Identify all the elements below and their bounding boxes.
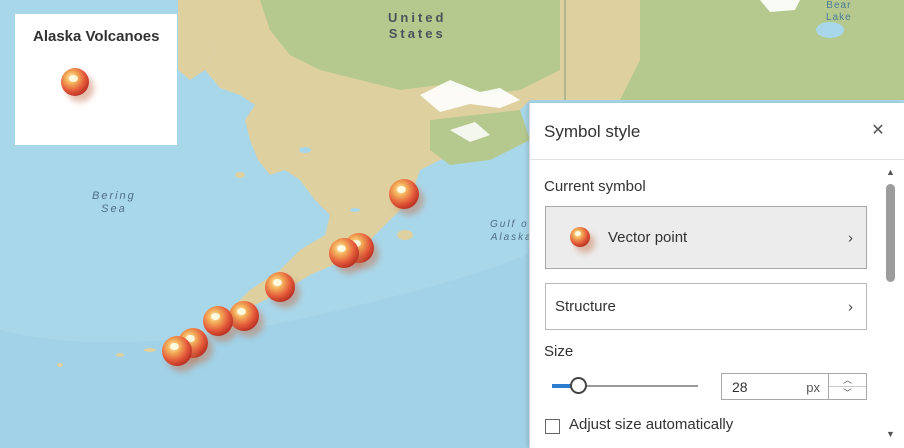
scroll-down-icon[interactable]: ▼ <box>886 429 895 439</box>
panel-header: Symbol style ✕ <box>530 103 904 160</box>
lake-label-bear: Bear Lake <box>826 0 852 23</box>
panel-title: Symbol style <box>544 122 641 141</box>
structure-button[interactable]: Structure › <box>545 283 867 330</box>
volcano-marker-icon[interactable] <box>265 272 295 302</box>
size-input[interactable]: 28 px <box>721 373 829 400</box>
current-symbol-label: Current symbol <box>544 178 646 195</box>
structure-label: Structure <box>555 298 616 315</box>
volcano-marker-icon <box>61 68 89 96</box>
stepper-down-icon[interactable]: ﹀ <box>829 387 866 400</box>
stepper-up-icon[interactable]: ︿ <box>829 374 866 387</box>
legend: Alaska Volcanoes <box>15 14 177 145</box>
scrollbar-thumb[interactable] <box>886 184 895 282</box>
volcano-marker-icon[interactable] <box>389 179 419 209</box>
volcano-marker-icon <box>570 227 590 247</box>
country-label-united-states: United States <box>388 10 447 41</box>
panel-scrollbar[interactable]: ▲ ▼ <box>883 163 899 447</box>
current-symbol-button[interactable]: Vector point › <box>545 206 867 269</box>
legend-title: Alaska Volcanoes <box>33 28 160 45</box>
volcano-marker-icon[interactable] <box>329 238 359 268</box>
adjust-size-label: Adjust size automatically <box>569 416 734 433</box>
volcano-marker-icon[interactable] <box>203 306 233 336</box>
size-stepper[interactable]: ︿ ﹀ <box>829 373 867 400</box>
size-slider-thumb[interactable] <box>570 377 588 394</box>
volcano-marker-icon[interactable] <box>229 301 259 331</box>
chevron-right-icon: › <box>848 229 853 246</box>
volcano-marker-icon[interactable] <box>162 336 192 366</box>
sea-label-bering: Bering Sea <box>92 190 136 215</box>
chevron-right-icon: › <box>848 298 853 315</box>
size-unit: px <box>806 380 820 395</box>
symbol-style-panel: Symbol style ✕ Current symbol Vector poi… <box>529 103 904 448</box>
close-icon[interactable]: ✕ <box>868 121 888 141</box>
current-symbol-value: Vector point <box>608 229 688 246</box>
adjust-size-checkbox[interactable] <box>545 419 560 434</box>
gulf-label-alaska: Gulf of Alaska <box>490 219 534 243</box>
size-label: Size <box>544 343 574 360</box>
scroll-up-icon[interactable]: ▲ <box>886 167 895 177</box>
size-input-value: 28 <box>732 379 748 395</box>
